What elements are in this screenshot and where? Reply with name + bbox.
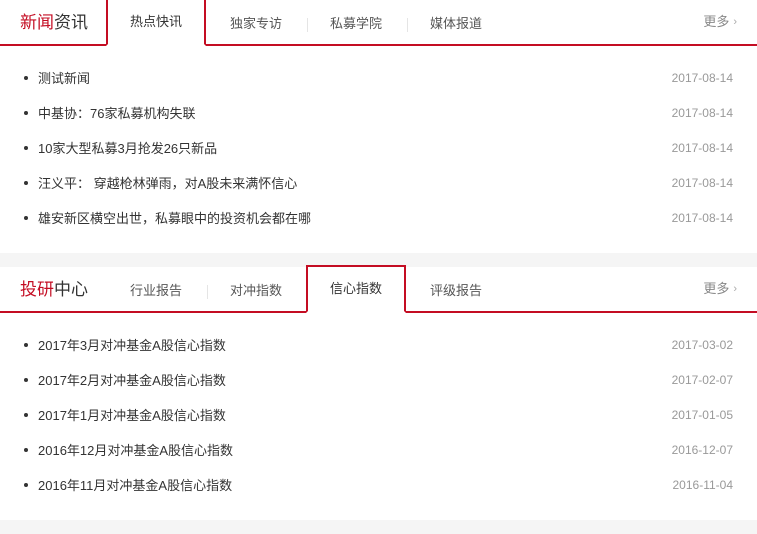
panel-0: 新闻资讯热点快讯独家专访私募学院媒体报道更多›测试新闻2017-08-14中基协… [0,0,757,253]
list-item: 2017年2月对冲基金A股信心指数 2017-02-07 [24,362,733,397]
chevron-right-icon: › [733,266,737,312]
tab-1[interactable]: 对冲指数 [206,267,306,313]
item-date: 2017-02-07 [672,373,733,387]
list: 2017年3月对冲基金A股信心指数 2017-03-02 2017年2月对冲基金A股… [0,313,757,520]
bullet-icon [24,181,28,185]
item-date: 2016-12-07 [672,443,733,457]
item-title[interactable]: 2016年11月对冲基金A股信心指数 [38,475,232,494]
item-date: 2017-03-02 [672,338,733,352]
list-item: 2016年11月对冲基金A股信心指数 2016-11-04 [24,467,733,502]
item-title[interactable]: 10家大型私募3月抢发26只新品 [38,138,217,157]
bullet-icon [24,483,28,487]
bullet-icon [24,216,28,220]
panel-title-plain: 中心 [54,280,88,299]
more-label: 更多 [703,0,729,45]
chevron-right-icon: › [733,0,737,45]
panel-title: 新闻资讯 [20,0,88,44]
list-item: 汪义平： 穿越枪林弹雨，对A股未来满怀信心 2017-08-14 [24,165,733,200]
panel-header: 投研中心行业报告对冲指数信心指数评级报告 更多› [0,267,757,313]
list-item: 雄安新区横空出世，私募眼中的投资机会都在哪 2017-08-14 [24,200,733,235]
tab-1[interactable]: 独家专访 [206,0,306,46]
list-item: 中基协：76家私募机构失联 2017-08-14 [24,95,733,130]
list-item: 2016年12月对冲基金A股信心指数 2016-12-07 [24,432,733,467]
panel-header: 新闻资讯热点快讯独家专访私募学院媒体报道 更多› [0,0,757,46]
panel-1: 投研中心行业报告对冲指数信心指数评级报告更多›2017年3月对冲基金A股信心指数… [0,267,757,520]
item-date: 2017-08-14 [672,71,733,85]
bullet-icon [24,378,28,382]
panel-title-accent: 新闻 [20,13,54,32]
bullet-icon [24,413,28,417]
item-title[interactable]: 2016年12月对冲基金A股信心指数 [38,440,233,459]
tab-3[interactable]: 媒体报道 [406,0,506,46]
panel-title: 投研中心 [20,267,88,311]
tab-2[interactable]: 信心指数 [306,265,406,313]
list-item: 2017年3月对冲基金A股信心指数 2017-03-02 [24,327,733,362]
item-title[interactable]: 2017年2月对冲基金A股信心指数 [38,370,226,389]
item-title[interactable]: 2017年3月对冲基金A股信心指数 [38,335,226,354]
tab-0[interactable]: 热点快讯 [106,0,206,46]
panel-title-accent: 投研 [20,280,54,299]
item-title[interactable]: 汪义平： 穿越枪林弹雨，对A股未来满怀信心 [38,173,297,192]
item-date: 2017-08-14 [672,141,733,155]
item-title[interactable]: 测试新闻 [38,68,90,87]
item-date: 2017-08-14 [672,176,733,190]
bullet-icon [24,111,28,115]
bullet-icon [24,343,28,347]
tab-2[interactable]: 私募学院 [306,0,406,46]
item-date: 2017-08-14 [672,211,733,225]
tabs: 行业报告对冲指数信心指数评级报告 [106,269,506,313]
item-date: 2017-01-05 [672,408,733,422]
panel-title-plain: 资讯 [54,13,88,32]
tabs: 热点快讯独家专访私募学院媒体报道 [106,2,506,46]
item-date: 2016-11-04 [673,478,734,492]
bullet-icon [24,146,28,150]
tab-0[interactable]: 行业报告 [106,267,206,313]
item-title[interactable]: 雄安新区横空出世，私募眼中的投资机会都在哪 [38,208,311,227]
bullet-icon [24,76,28,80]
item-title[interactable]: 中基协：76家私募机构失联 [38,103,195,122]
list-item: 2017年1月对冲基金A股信心指数 2017-01-05 [24,397,733,432]
tab-3[interactable]: 评级报告 [406,267,506,313]
bullet-icon [24,448,28,452]
item-title[interactable]: 2017年1月对冲基金A股信心指数 [38,405,226,424]
more-link[interactable]: 更多› [703,0,737,44]
more-label: 更多 [703,266,729,312]
more-link[interactable]: 更多› [703,267,737,311]
item-date: 2017-08-14 [672,106,733,120]
list-item: 测试新闻 2017-08-14 [24,60,733,95]
list: 测试新闻2017-08-14中基协：76家私募机构失联2017-08-1410家… [0,46,757,253]
list-item: 10家大型私募3月抢发26只新品 2017-08-14 [24,130,733,165]
